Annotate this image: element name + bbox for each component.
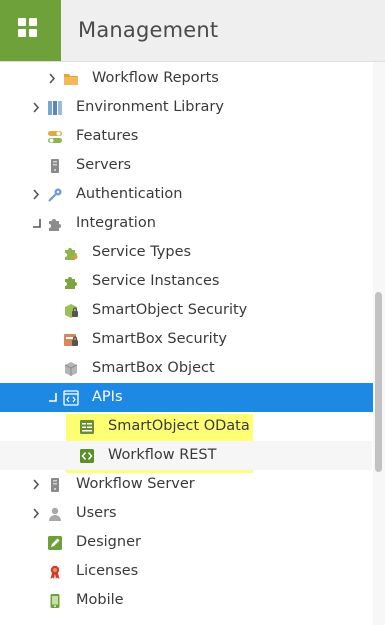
- tree-item-label: Users: [76, 505, 117, 521]
- tree-item-label: Designer: [76, 534, 141, 550]
- tree-item-smartobject-odata[interactable]: SmartObject OData: [0, 412, 372, 441]
- tree-item-users[interactable]: Users: [0, 499, 372, 528]
- tree-item-label: APIs: [92, 389, 123, 405]
- chevron-right-icon[interactable]: [30, 470, 44, 499]
- puzzle-icon: [63, 245, 79, 261]
- tree-item-label: Authentication: [76, 186, 183, 202]
- tree-item-environment-library[interactable]: Environment Library: [0, 93, 372, 122]
- tree-item-label: Integration: [76, 215, 156, 231]
- chevron-right-icon[interactable]: [30, 499, 44, 528]
- tree-item-servers[interactable]: Servers: [0, 151, 372, 180]
- tree-item-label: Features: [76, 128, 139, 144]
- navigation-tree: Workflow Reports Environment Library Fea…: [0, 62, 385, 625]
- chevron-right-icon[interactable]: [30, 93, 44, 122]
- tree-item-label: Mobile: [76, 592, 124, 608]
- tree-item-integration[interactable]: Integration: [0, 209, 372, 238]
- tree-item-smartbox-security[interactable]: SmartBox Security: [0, 325, 372, 354]
- tree-item-authentication[interactable]: Authentication: [0, 180, 372, 209]
- folder-icon: [63, 71, 79, 87]
- document-icon: [79, 419, 95, 435]
- scrollbar-thumb[interactable]: [375, 292, 382, 472]
- server-icon: [47, 158, 63, 174]
- tree-item-label: Workflow Reports: [92, 70, 219, 86]
- smartbox-icon: [63, 361, 79, 377]
- tree-item-label: Service Instances: [92, 273, 220, 289]
- chevron-right-icon[interactable]: [30, 180, 44, 209]
- tree-item-label: Service Types: [92, 244, 192, 260]
- puzzle-icon: [63, 274, 79, 290]
- tree-item-label: Licenses: [76, 563, 139, 579]
- tree-item-workflow-reports[interactable]: Workflow Reports: [0, 64, 372, 93]
- tree-item-workflow-rest[interactable]: Workflow REST: [0, 441, 372, 470]
- toggle-icon: [47, 129, 63, 145]
- collapse-icon[interactable]: [46, 383, 60, 412]
- user-icon: [47, 506, 63, 522]
- puzzle-icon: [47, 216, 63, 232]
- collapse-icon[interactable]: [30, 209, 44, 238]
- tree-item-features[interactable]: Features: [0, 122, 372, 151]
- tree-item-mobile[interactable]: Mobile: [0, 586, 372, 615]
- api-icon: [63, 390, 79, 406]
- tree-item-service-types[interactable]: Service Types: [0, 238, 372, 267]
- smartbox-lock-icon: [63, 332, 79, 348]
- tree-item-service-instances[interactable]: Service Instances: [0, 267, 372, 296]
- library-icon: [47, 100, 63, 116]
- tree-item-label: SmartObject Security: [92, 302, 248, 318]
- tree-item-label: Workflow Server: [76, 476, 195, 492]
- server-icon: [47, 477, 63, 493]
- tree-item-label: SmartObject OData: [108, 418, 250, 434]
- tree-item-label: Servers: [76, 157, 132, 173]
- tree-item-smartobject-security[interactable]: SmartObject Security: [0, 296, 372, 325]
- smartobject-lock-icon: [63, 303, 79, 319]
- chevron-right-icon[interactable]: [46, 64, 60, 93]
- mobile-icon: [47, 593, 63, 609]
- tree-item-designer[interactable]: Designer: [0, 528, 372, 557]
- page-title: Management: [78, 18, 219, 42]
- tree-item-label: SmartBox Object: [92, 360, 215, 376]
- tree-item-label: SmartBox Security: [92, 331, 227, 347]
- code-icon: [79, 448, 95, 464]
- key-icon: [47, 187, 63, 203]
- tree-item-apis[interactable]: APIs: [0, 383, 385, 412]
- header: Management: [0, 0, 385, 62]
- tree-item-label: Workflow REST: [108, 447, 217, 463]
- grid-icon[interactable]: [0, 0, 61, 61]
- tree-item-licenses[interactable]: Licenses: [0, 557, 372, 586]
- tree-item-smartbox-object[interactable]: SmartBox Object: [0, 354, 372, 383]
- ribbon-icon: [47, 564, 63, 580]
- tree-item-label: Environment Library: [76, 99, 224, 115]
- pencil-icon: [47, 535, 63, 551]
- tree-item-workflow-server[interactable]: Workflow Server: [0, 470, 372, 499]
